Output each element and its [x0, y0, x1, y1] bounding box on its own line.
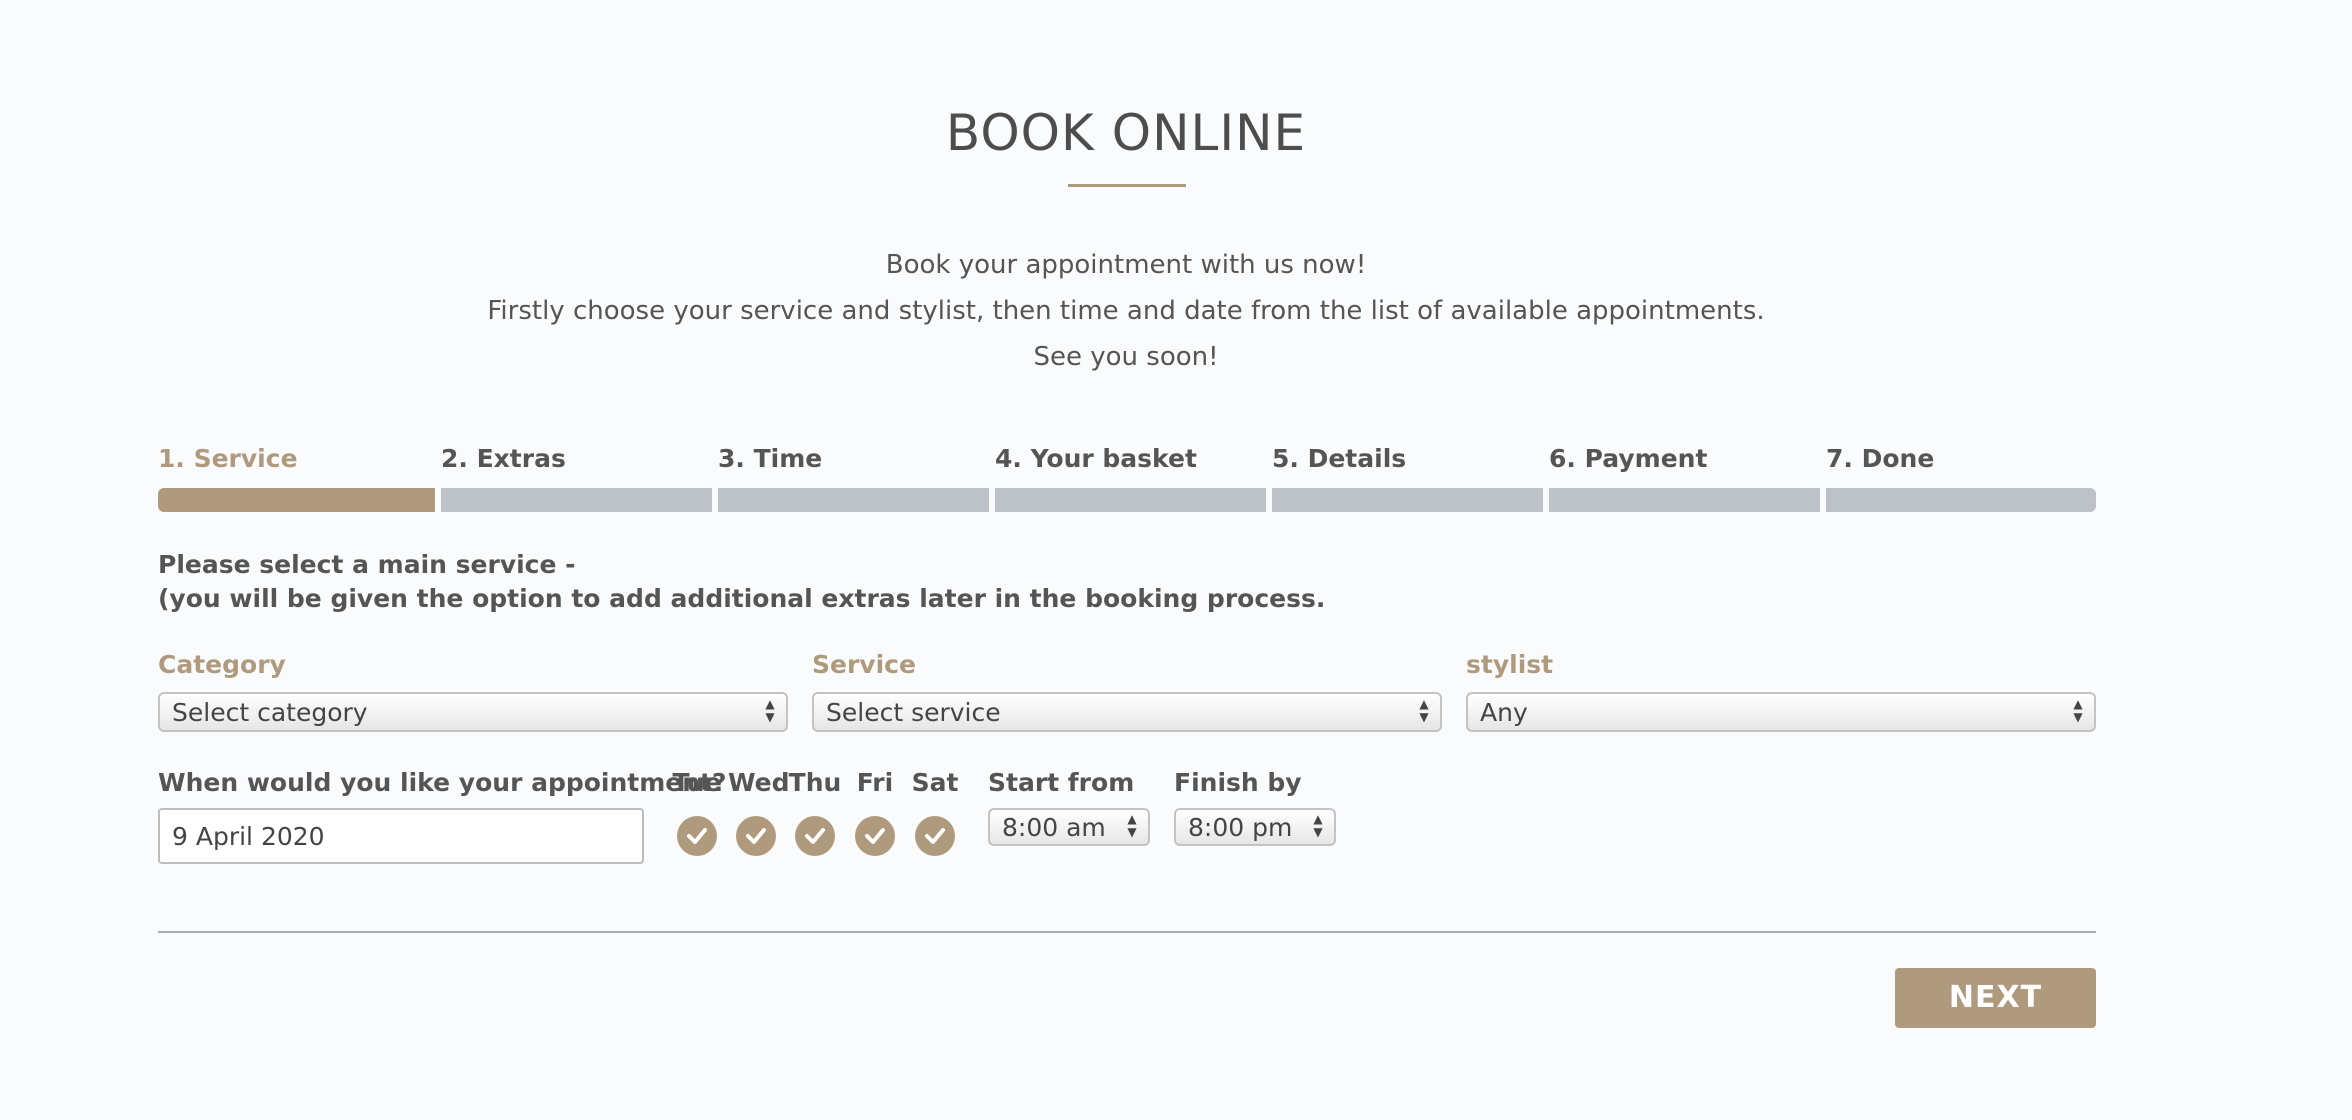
select-arrows-icon: ▲ ▼ — [1419, 697, 1429, 724]
day-check-tue[interactable] — [677, 816, 717, 856]
start-time-value: 8:00 am — [1002, 813, 1106, 842]
step-label-done[interactable]: 7. Done — [1826, 444, 1934, 473]
step-bar-your-basket — [995, 488, 1266, 512]
start-from-label: Start from — [988, 768, 1135, 797]
instruction-line: Please select a main service - — [158, 550, 576, 579]
finish-time-value: 8:00 pm — [1188, 813, 1293, 842]
day-label-fri: Fri — [856, 768, 894, 797]
intro-line: See you soon! — [1033, 342, 1219, 372]
service-select-value: Select service — [826, 698, 1001, 727]
step-bar-details — [1272, 488, 1543, 512]
category-select[interactable]: Select category ▲ ▼ — [158, 692, 788, 732]
checkmark-icon — [865, 828, 885, 844]
select-arrows-icon: ▲ ▼ — [2073, 697, 2083, 724]
page-title: BOOK ONLINE — [945, 104, 1307, 162]
day-check-sat[interactable] — [915, 816, 955, 856]
finish-by-label: Finish by — [1174, 768, 1302, 797]
day-check-fri[interactable] — [855, 816, 895, 856]
day-check-thu[interactable] — [795, 816, 835, 856]
category-select-value: Select category — [172, 698, 368, 727]
day-label-thu: Thu — [788, 768, 842, 797]
intro-text: Book your appointment with us now! First… — [0, 242, 2252, 380]
select-arrows-icon: ▲ ▼ — [1127, 812, 1137, 839]
finish-time-select[interactable]: 8:00 pm ▲ ▼ — [1174, 808, 1336, 846]
booking-page: BOOK ONLINE Book your appointment with u… — [0, 0, 2352, 1120]
step-label-payment[interactable]: 6. Payment — [1549, 444, 1707, 473]
step-bar-extras — [441, 488, 712, 512]
step-label-time[interactable]: 3. Time — [718, 444, 822, 473]
intro-line: Firstly choose your service and stylist,… — [487, 296, 1765, 326]
stylist-label: stylist — [1466, 650, 1554, 679]
step-bar-time — [718, 488, 989, 512]
select-arrows-icon: ▲ ▼ — [765, 697, 775, 724]
form-divider — [158, 931, 2096, 933]
service-select[interactable]: Select service ▲ ▼ — [812, 692, 1442, 732]
checkmark-icon — [687, 828, 707, 844]
checkmark-icon — [925, 828, 945, 844]
intro-line: Book your appointment with us now! — [885, 250, 1367, 280]
select-arrows-icon: ▲ ▼ — [1313, 812, 1323, 839]
appointment-date-label: When would you like your appointment? — [158, 768, 727, 797]
start-time-select[interactable]: 8:00 am ▲ ▼ — [988, 808, 1150, 846]
step-bar-service — [158, 488, 435, 512]
instruction-line: (you will be given the option to add add… — [158, 584, 1326, 613]
checkmark-icon — [805, 828, 825, 844]
step-label-your-basket[interactable]: 4. Your basket — [995, 444, 1197, 473]
category-label: Category — [158, 650, 286, 679]
step-label-extras[interactable]: 2. Extras — [441, 444, 566, 473]
title-underline — [1068, 184, 1186, 187]
next-button[interactable]: NEXT — [1895, 968, 2096, 1028]
step-bar-payment — [1549, 488, 1820, 512]
service-label: Service — [812, 650, 916, 679]
step-bar-done — [1826, 488, 2096, 512]
checkmark-icon — [746, 828, 766, 844]
step-label-details[interactable]: 5. Details — [1272, 444, 1406, 473]
day-label-sat: Sat — [911, 768, 959, 797]
appointment-date-input[interactable]: 9 April 2020 — [158, 808, 644, 864]
day-label-tue: Tue — [672, 768, 722, 797]
service-instructions: Please select a main service - (you will… — [158, 548, 1325, 616]
stylist-select-value: Any — [1480, 698, 1528, 727]
step-label-service[interactable]: 1. Service — [158, 444, 298, 473]
day-label-wed: Wed — [728, 768, 790, 797]
stylist-select[interactable]: Any ▲ ▼ — [1466, 692, 2096, 732]
day-check-wed[interactable] — [736, 816, 776, 856]
